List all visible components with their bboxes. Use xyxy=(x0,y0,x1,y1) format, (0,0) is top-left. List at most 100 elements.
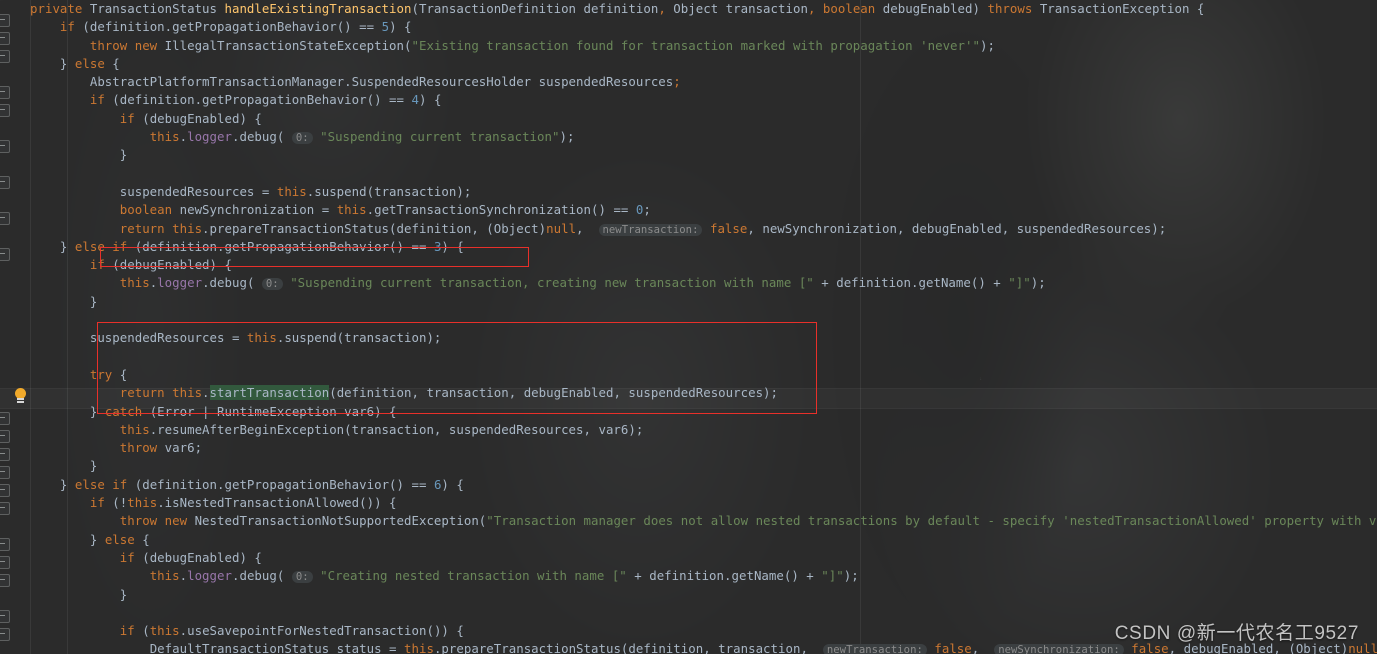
code-line[interactable]: } else { xyxy=(0,55,1377,73)
code-token: logger xyxy=(157,275,203,291)
code-token: (! xyxy=(112,495,128,511)
code-token: .debug( xyxy=(231,568,292,584)
code-line[interactable]: return this.startTransaction(definition,… xyxy=(0,384,1377,402)
code-editor[interactable]: private TransactionStatus handleExisting… xyxy=(0,0,1377,654)
code-token: boolean xyxy=(119,202,180,218)
code-line[interactable]: this.logger.debug( 0: "Suspending curren… xyxy=(0,128,1377,146)
code-token: logger xyxy=(187,568,232,584)
code-token: ) { xyxy=(441,238,464,254)
parameter-hint: 0: xyxy=(261,278,283,291)
code-token: (definition.getPropagationBehavior() == xyxy=(134,476,434,492)
code-token: .resumeAfterBeginException(transaction, … xyxy=(149,421,644,437)
code-text-area[interactable]: private TransactionStatus handleExisting… xyxy=(0,0,1377,654)
code-line[interactable]: if (definition.getPropagationBehavior() … xyxy=(0,18,1377,36)
code-token: . xyxy=(179,568,188,584)
code-token: .suspend(transaction); xyxy=(276,330,442,346)
code-line[interactable]: this.logger.debug( 0: "Suspending curren… xyxy=(0,274,1377,292)
code-line[interactable]: return this.prepareTransactionStatus(def… xyxy=(0,220,1377,238)
code-line[interactable]: } xyxy=(0,146,1377,164)
code-token: ); xyxy=(979,37,995,53)
code-token: ) { xyxy=(418,92,442,108)
code-token: "Creating nested transaction with name [… xyxy=(320,568,627,584)
code-token: } xyxy=(89,403,105,419)
code-token: , xyxy=(576,220,599,236)
code-token: (debugEnabled) { xyxy=(112,257,232,273)
code-line[interactable]: try { xyxy=(0,366,1377,384)
code-line[interactable]: } xyxy=(0,457,1377,475)
code-line[interactable] xyxy=(0,311,1377,329)
code-token: (debugEnabled) { xyxy=(142,110,262,126)
code-line[interactable]: this.resumeAfterBeginException(transacti… xyxy=(0,421,1377,439)
code-line[interactable]: } xyxy=(0,586,1377,604)
code-line[interactable]: if (debugEnabled) { xyxy=(0,256,1377,274)
code-line[interactable]: private TransactionStatus handleExisting… xyxy=(0,0,1377,18)
code-line[interactable]: } else { xyxy=(0,531,1377,549)
code-token: handleExistingTransaction xyxy=(224,1,412,16)
code-token: this xyxy=(119,275,150,291)
code-token: this xyxy=(119,421,150,437)
parameter-hint: newTransaction: xyxy=(822,644,927,654)
code-line[interactable]: } xyxy=(0,293,1377,311)
code-token: ) { xyxy=(441,476,464,492)
code-token: .getTransactionSynchronization() == xyxy=(366,202,636,218)
code-token: else xyxy=(104,531,143,547)
code-token: return xyxy=(119,385,173,401)
code-token: suspendedResources = xyxy=(119,183,277,199)
code-line[interactable]: this.logger.debug( 0: "Creating nested t… xyxy=(0,567,1377,585)
code-token: } xyxy=(119,147,128,163)
code-line[interactable] xyxy=(0,165,1377,183)
code-line[interactable]: throw var6; xyxy=(0,439,1377,457)
code-line[interactable]: if (debugEnabled) { xyxy=(0,110,1377,128)
code-token: TransactionStatus xyxy=(89,1,225,16)
code-token: . xyxy=(202,385,210,401)
code-line[interactable]: } else if (definition.getPropagationBeha… xyxy=(0,476,1377,494)
code-token: this xyxy=(149,623,180,639)
code-token: NestedTransactionNotSupportedException( xyxy=(194,513,487,529)
code-token: 5 xyxy=(381,19,390,35)
code-line[interactable]: AbstractPlatformTransactionManager.Suspe… xyxy=(0,73,1377,91)
code-line[interactable]: throw new IllegalTransactionStateExcepti… xyxy=(0,37,1377,55)
code-token: "Suspending current transaction" xyxy=(320,129,560,145)
code-line[interactable]: if (debugEnabled) { xyxy=(0,549,1377,567)
code-token: { xyxy=(112,55,120,71)
code-token: false xyxy=(709,220,748,236)
code-token: throw xyxy=(119,440,165,456)
code-token: false xyxy=(934,641,972,654)
code-token: } xyxy=(59,55,75,71)
code-line[interactable]: boolean newSynchronization = this.getTra… xyxy=(0,201,1377,219)
code-token: } xyxy=(89,458,98,474)
code-line[interactable] xyxy=(0,348,1377,366)
code-line[interactable]: if (definition.getPropagationBehavior() … xyxy=(0,91,1377,109)
csdn-watermark: CSDN @新一代农名工9527 xyxy=(1114,623,1359,644)
code-token: private xyxy=(30,1,90,16)
parameter-hint: newSynchronization: xyxy=(994,644,1124,654)
code-token: , newSynchronization, debugEnabled, susp… xyxy=(747,220,1167,236)
code-line[interactable]: suspendedResources = this.suspend(transa… xyxy=(0,329,1377,347)
code-token: } xyxy=(59,476,75,492)
code-token: .prepareTransactionStatus(definition, tr… xyxy=(433,641,823,654)
code-token: .isNestedTransactionAllowed()) { xyxy=(157,495,397,511)
code-token: "Existing transaction found for transact… xyxy=(411,37,980,53)
code-line[interactable]: suspendedResources = this.suspend(transa… xyxy=(0,183,1377,201)
code-token: null xyxy=(546,220,577,236)
code-token: { xyxy=(142,531,150,547)
code-token: (debugEnabled) { xyxy=(142,549,262,565)
code-token: catch xyxy=(104,403,150,419)
code-line[interactable]: } else if (definition.getPropagationBeha… xyxy=(0,238,1377,256)
code-token: ); xyxy=(559,129,575,145)
code-token: ) { xyxy=(389,19,412,35)
code-token: (definition.getPropagationBehavior() == xyxy=(112,92,412,108)
parameter-hint: 0: xyxy=(291,571,313,584)
code-token: if xyxy=(89,495,113,511)
code-line[interactable]: throw new NestedTransactionNotSupportedE… xyxy=(0,512,1377,530)
code-line[interactable]: } catch (Error | RuntimeException var6) … xyxy=(0,403,1377,421)
code-line[interactable]: if (!this.isNestedTransactionAllowed()) … xyxy=(0,494,1377,512)
